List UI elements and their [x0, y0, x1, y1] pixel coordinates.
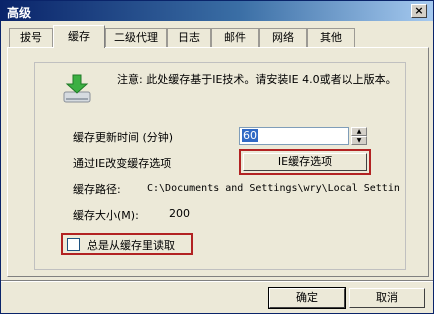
update-interval-label: 缓存更新时间 (分钟)	[73, 131, 174, 144]
tab-dialup[interactable]: 拔号	[9, 28, 53, 47]
update-interval-value: 60	[242, 129, 258, 142]
tab-cache[interactable]: 缓存	[53, 25, 105, 48]
bottom-separator	[1, 280, 433, 282]
ok-button[interactable]: 确定	[268, 287, 346, 309]
title-bar: 高级 ×	[1, 1, 433, 21]
cache-size-value: 200	[169, 207, 190, 220]
advanced-dialog: 高级 × 拔号 缓存 二级代理 日志 邮件 网络 其他 ▶ 注意: 此处缓存基于…	[0, 0, 434, 314]
cache-panel: 注意: 此处缓存基于IE技术。请安装IE 4.0或者以上版本。 缓存更新时间 (…	[7, 47, 429, 277]
window-title: 高级	[7, 6, 32, 20]
update-interval-stepper[interactable]: ▲ ▼	[351, 127, 367, 145]
ie-button-highlight	[239, 149, 371, 175]
close-button[interactable]: ×	[411, 4, 427, 18]
cache-groupbox: 注意: 此处缓存基于IE技术。请安装IE 4.0或者以上版本。 缓存更新时间 (…	[34, 62, 406, 270]
tab-strip: 拔号 缓存 二级代理 日志 邮件 网络 其他 ▶	[9, 25, 427, 48]
cache-note: 注意: 此处缓存基于IE技术。请安装IE 4.0或者以上版本。	[117, 73, 397, 86]
ie-options-prompt: 通过IE改变缓存选项	[73, 157, 172, 170]
tab-mail[interactable]: 邮件	[211, 28, 259, 47]
tab-other[interactable]: 其他	[307, 28, 355, 47]
tab-network[interactable]: 网络	[259, 28, 307, 47]
cancel-button[interactable]: 取消	[349, 288, 425, 308]
tab-log[interactable]: 日志	[167, 28, 211, 47]
cache-path-label: 缓存路径:	[73, 183, 121, 196]
cache-path-value: C:\Documents and Settings\wry\Local Sett…	[147, 183, 400, 194]
cache-size-label: 缓存大小(M):	[73, 209, 139, 222]
tab-secondary-proxy[interactable]: 二级代理	[105, 28, 167, 47]
download-cache-icon	[63, 74, 91, 103]
spin-down-icon[interactable]: ▼	[351, 136, 367, 145]
checkbox-highlight	[61, 233, 193, 255]
update-interval-input[interactable]: 60	[239, 127, 349, 145]
spin-up-icon[interactable]: ▲	[351, 127, 367, 136]
